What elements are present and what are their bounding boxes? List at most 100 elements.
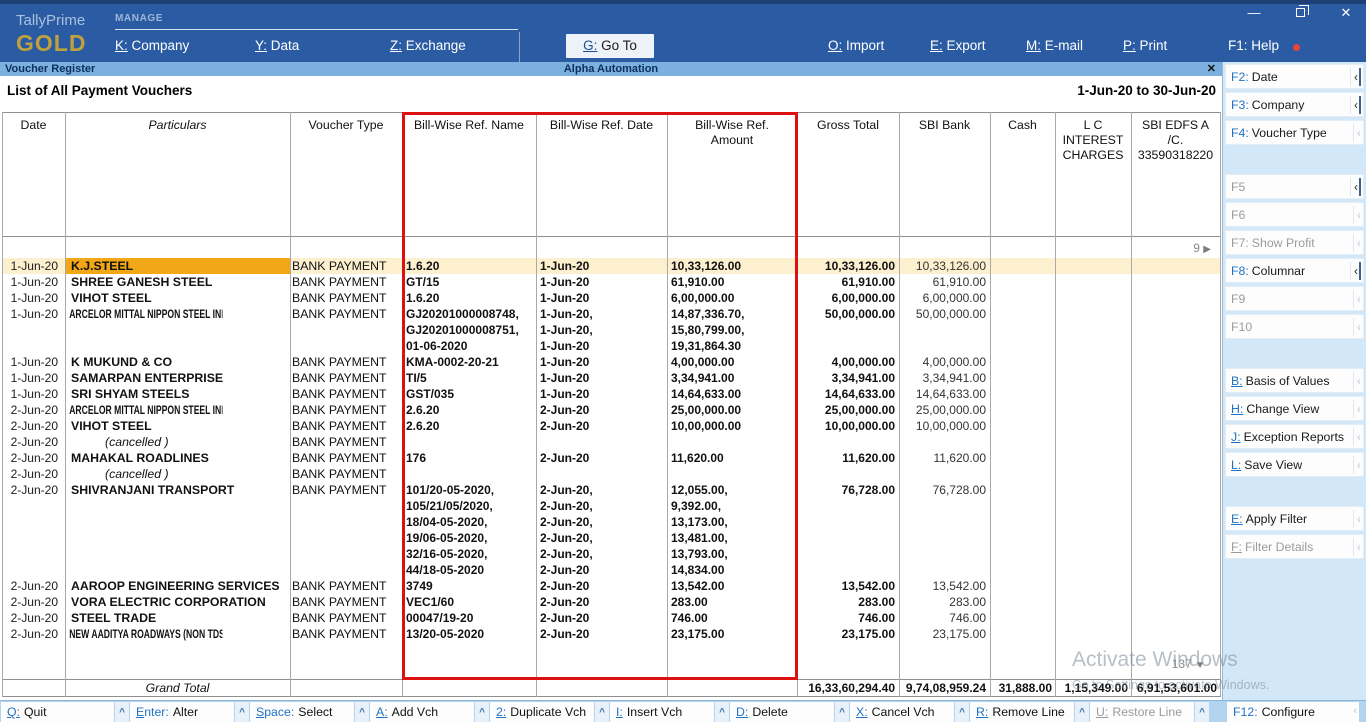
shortcut-key: F3:	[1231, 98, 1249, 112]
table-row[interactable]: 2-Jun-20VIHOT STEELBANK PAYMENT2.6.202-J…	[2, 418, 1221, 434]
menu-help[interactable]: F1: Help	[1228, 38, 1279, 53]
table-row[interactable]: 1-Jun-20K.J.STEELBANK PAYMENT1.6.201-Jun…	[2, 258, 1221, 274]
bottombar-button-alter[interactable]: Enter:Alter	[130, 702, 234, 722]
cell-ref_date: 2-Jun-20	[536, 418, 667, 434]
cell-particulars: SHREE GANESH STEEL	[65, 274, 290, 290]
shortcut-key: U:	[1096, 705, 1108, 719]
table-grid-line	[536, 112, 537, 697]
menu-label: Export	[947, 38, 986, 53]
chevron-left-icon: ‹	[1350, 68, 1361, 86]
button-label: Add Vch	[392, 705, 439, 719]
menu-print[interactable]: P: Print	[1123, 38, 1167, 53]
bottombar-button-quit[interactable]: Q:Quit	[1, 702, 114, 722]
sidebar-spacer	[1225, 342, 1364, 368]
cell-date: 2-Jun-20	[2, 578, 65, 594]
titlebar: TallyPrime GOLD MANAGE K: Company Y: Dat…	[0, 0, 1366, 62]
cell-ref_name: 2.6.20	[402, 418, 536, 434]
bottombar-button-select[interactable]: Space:Select	[250, 702, 354, 722]
sidebar-button-e[interactable]: E:Apply Filter‹	[1225, 506, 1364, 531]
tallyprime-window: TallyPrime GOLD MANAGE K: Company Y: Dat…	[0, 0, 1366, 722]
chevron-left-icon: ‹	[1353, 705, 1357, 717]
table-row[interactable]: 1-Jun-20VIHOT STEELBANK PAYMENT1.6.201-J…	[2, 290, 1221, 306]
table-row[interactable]: 1-Jun-20ARCELOR MITTAL NIPPON STEEL INDI…	[2, 306, 1221, 354]
bottombar-button-remove-line[interactable]: R:Remove Line	[970, 702, 1074, 722]
table-row[interactable]: 2-Jun-20STEEL TRADEBANK PAYMENT00047/19-…	[2, 610, 1221, 626]
cell-ref_amount: 14,87,336.70, 15,80,799.00, 19,31,864.30	[667, 306, 797, 354]
row-count-indicator[interactable]: 137 ▼	[1172, 657, 1205, 671]
cell-sbi_bank: 25,00,000.00	[899, 402, 990, 418]
sidebar-button-f4[interactable]: F4:Voucher Type‹	[1225, 120, 1364, 145]
table-row[interactable]: 2-Jun-20MAHAKAL ROADLINESBANK PAYMENT176…	[2, 450, 1221, 466]
sidebar-button-j[interactable]: J:Exception Reports‹	[1225, 424, 1364, 449]
cell-particulars: ARCELOR MITTAL NIPPON STEEL INDIA LTD - …	[65, 402, 223, 418]
table-row[interactable]: 2-Jun-20AAROOP ENGINEERING SERVICESBANK …	[2, 578, 1221, 594]
cell-gross_total: 13,542.00	[797, 578, 899, 594]
button-label: Save View	[1244, 458, 1302, 472]
cell-gross_total: 746.00	[797, 610, 899, 626]
shortcut-key: I:	[616, 705, 623, 719]
cell-ref_amount: 10,33,126.00	[667, 258, 797, 274]
menu-exchange[interactable]: Z: Exchange	[390, 38, 466, 53]
menu-export[interactable]: E: Export	[930, 38, 986, 53]
table-row[interactable]: 2-Jun-20(cancelled )BANK PAYMENT	[2, 466, 1221, 482]
chevron-left-icon: ‹	[1353, 456, 1361, 474]
cell-particulars: K MUKUND & CO	[65, 354, 290, 370]
cell-particulars: VORA ELECTRIC CORPORATION	[65, 594, 290, 610]
table-row[interactable]: 1-Jun-20SHREE GANESH STEELBANK PAYMENTGT…	[2, 274, 1221, 290]
shortcut-key: F6	[1231, 208, 1245, 222]
menu-data[interactable]: Y: Data	[255, 38, 299, 53]
bottombar-button-configure[interactable]: F12: Configure ‹	[1227, 702, 1359, 722]
table-row[interactable]: 2-Jun-20(cancelled )BANK PAYMENT	[2, 434, 1221, 450]
menu-import[interactable]: O: Import	[828, 38, 884, 53]
table-row[interactable]: 1-Jun-20K MUKUND & COBANK PAYMENTKMA-000…	[2, 354, 1221, 370]
shortcut-key: F4:	[1231, 126, 1249, 140]
table-row[interactable]: 2-Jun-20NEW AADITYA ROADWAYS (NON TDS) (…	[2, 626, 1221, 642]
cell-sbi_bank: 50,00,000.00	[899, 306, 990, 322]
sidebar-button-f8[interactable]: F8:Columnar‹	[1225, 258, 1364, 283]
shortcut-key: P:	[1123, 38, 1136, 53]
minimize-icon[interactable]: —	[1246, 6, 1262, 20]
bottombar-button-add-vch[interactable]: A: Add Vch	[370, 702, 474, 722]
sidebar-button-l[interactable]: L:Save View‹	[1225, 452, 1364, 477]
report-period[interactable]: 1-Jun-20 to 30-Jun-20	[1077, 83, 1216, 98]
menu-company[interactable]: K: Company	[115, 38, 189, 53]
shortcut-key: A:	[376, 705, 388, 719]
cell-ref_amount: 10,00,000.00	[667, 418, 797, 434]
cell-voucher_type: BANK PAYMENT	[290, 354, 402, 370]
sidebar-button-f2[interactable]: F2:Date‹	[1225, 64, 1364, 89]
table-row[interactable]: 2-Jun-20SHIVRANJANI TRANSPORTBANK PAYMEN…	[2, 482, 1221, 578]
button-label: Quit	[24, 705, 47, 719]
sidebar-button-f3[interactable]: F3:Company‹	[1225, 92, 1364, 117]
bottombar-button-insert-vch[interactable]: I:Insert Vch	[610, 702, 714, 722]
grand-total-sbi-bank: 9,74,08,959.24	[899, 680, 990, 697]
menu-email[interactable]: M: E-mail	[1026, 38, 1083, 53]
goto-button[interactable]: G: Go To	[566, 34, 654, 58]
cell-ref_amount: 25,00,000.00	[667, 402, 797, 418]
cell-ref_name: TI/5	[402, 370, 536, 386]
sidebar-button-b[interactable]: B:Basis of Values‹	[1225, 368, 1364, 393]
table-row[interactable]: 2-Jun-20ARCELOR MITTAL NIPPON STEEL INDI…	[2, 402, 1221, 418]
column-page-indicator[interactable]: 9 ▶	[1193, 241, 1211, 255]
restore-icon[interactable]	[1292, 6, 1308, 20]
table-row[interactable]: 1-Jun-20SAMARPAN ENTERPRISEBANK PAYMENTT…	[2, 370, 1221, 386]
menu-label: E-mail	[1045, 38, 1083, 53]
cell-date: 1-Jun-20	[2, 354, 65, 370]
table-row[interactable]: 2-Jun-20VORA ELECTRIC CORPORATIONBANK PA…	[2, 594, 1221, 610]
cell-date: 2-Jun-20	[2, 626, 65, 642]
cell-ref_date: 1-Jun-20, 1-Jun-20, 1-Jun-20	[536, 306, 667, 354]
bottombar-button-cancel-vch[interactable]: X:Cancel Vch	[850, 702, 954, 722]
cell-voucher_type: BANK PAYMENT	[290, 258, 402, 274]
tab-close-icon[interactable]: ✕	[1207, 62, 1216, 75]
cell-ref_amount: 13,542.00	[667, 578, 797, 594]
cell-sbi_bank: 76,728.00	[899, 482, 990, 498]
bottombar-button-delete[interactable]: D:Delete	[730, 702, 834, 722]
cell-sbi_bank: 746.00	[899, 610, 990, 626]
close-icon[interactable]: ✕	[1338, 6, 1354, 20]
cell-sbi_bank: 61,910.00	[899, 274, 990, 290]
cell-voucher_type: BANK PAYMENT	[290, 626, 402, 642]
shortcut-key: F12:	[1233, 705, 1258, 719]
table-row[interactable]: 1-Jun-20SRI SHYAM STEELSBANK PAYMENTGST/…	[2, 386, 1221, 402]
bottombar-button-duplicate-vch[interactable]: 2:Duplicate Vch	[490, 702, 594, 722]
sidebar-button-h[interactable]: H:Change View‹	[1225, 396, 1364, 421]
cell-ref_name: 00047/19-20	[402, 610, 536, 626]
